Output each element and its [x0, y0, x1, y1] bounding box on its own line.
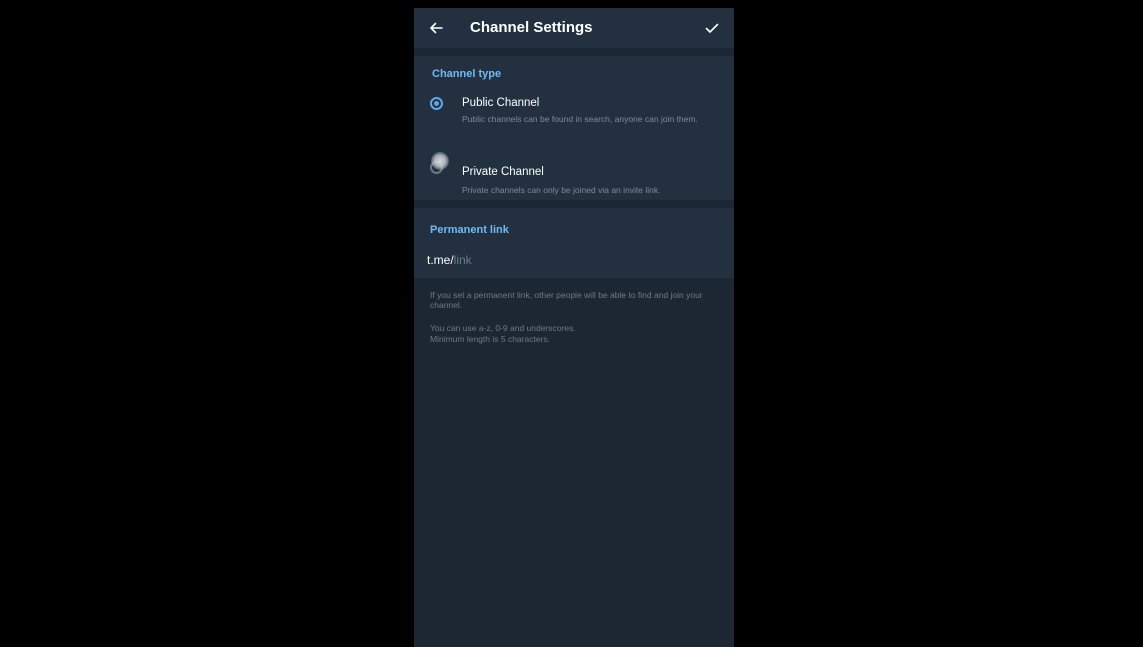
- channel-settings-screen: Channel Settings Channel type Public Cha…: [414, 8, 734, 647]
- channel-type-section: Channel type Public Channel Public chann…: [414, 56, 734, 200]
- public-channel-option[interactable]: Public Channel Public channels can be fo…: [414, 95, 734, 141]
- private-channel-description: Private channels can only be joined via …: [462, 185, 661, 195]
- channel-type-header: Channel type: [432, 68, 502, 80]
- public-channel-description: Public channels can be found in search, …: [462, 114, 698, 124]
- link-help-text: If you set a permanent link, other peopl…: [430, 290, 703, 310]
- link-prefix: t.me/: [427, 253, 454, 267]
- private-channel-option[interactable]: Private Channel Private channels can onl…: [414, 152, 734, 198]
- back-button[interactable]: [424, 16, 448, 40]
- public-channel-radio[interactable]: [430, 97, 443, 110]
- link-input[interactable]: [453, 252, 674, 268]
- private-channel-label: Private Channel: [462, 166, 544, 178]
- checkmark-icon: [705, 23, 719, 33]
- permanent-link-header: Permanent link: [430, 224, 509, 236]
- radio-selected-dot: [434, 101, 439, 106]
- top-app-bar: Channel Settings: [414, 8, 734, 48]
- touch-ripple: [431, 152, 449, 170]
- arrow-left-icon: [430, 22, 443, 34]
- page-title: Channel Settings: [470, 19, 593, 36]
- permanent-link-section: Permanent link t.me/: [414, 208, 734, 278]
- link-length-text: Minimum length is 5 characters.: [430, 334, 550, 344]
- link-field[interactable]: t.me/: [427, 252, 674, 268]
- link-rules-text: You can use a-z, 0-9 and underscores.: [430, 323, 576, 333]
- public-channel-label: Public Channel: [462, 97, 540, 109]
- confirm-button[interactable]: [700, 16, 724, 40]
